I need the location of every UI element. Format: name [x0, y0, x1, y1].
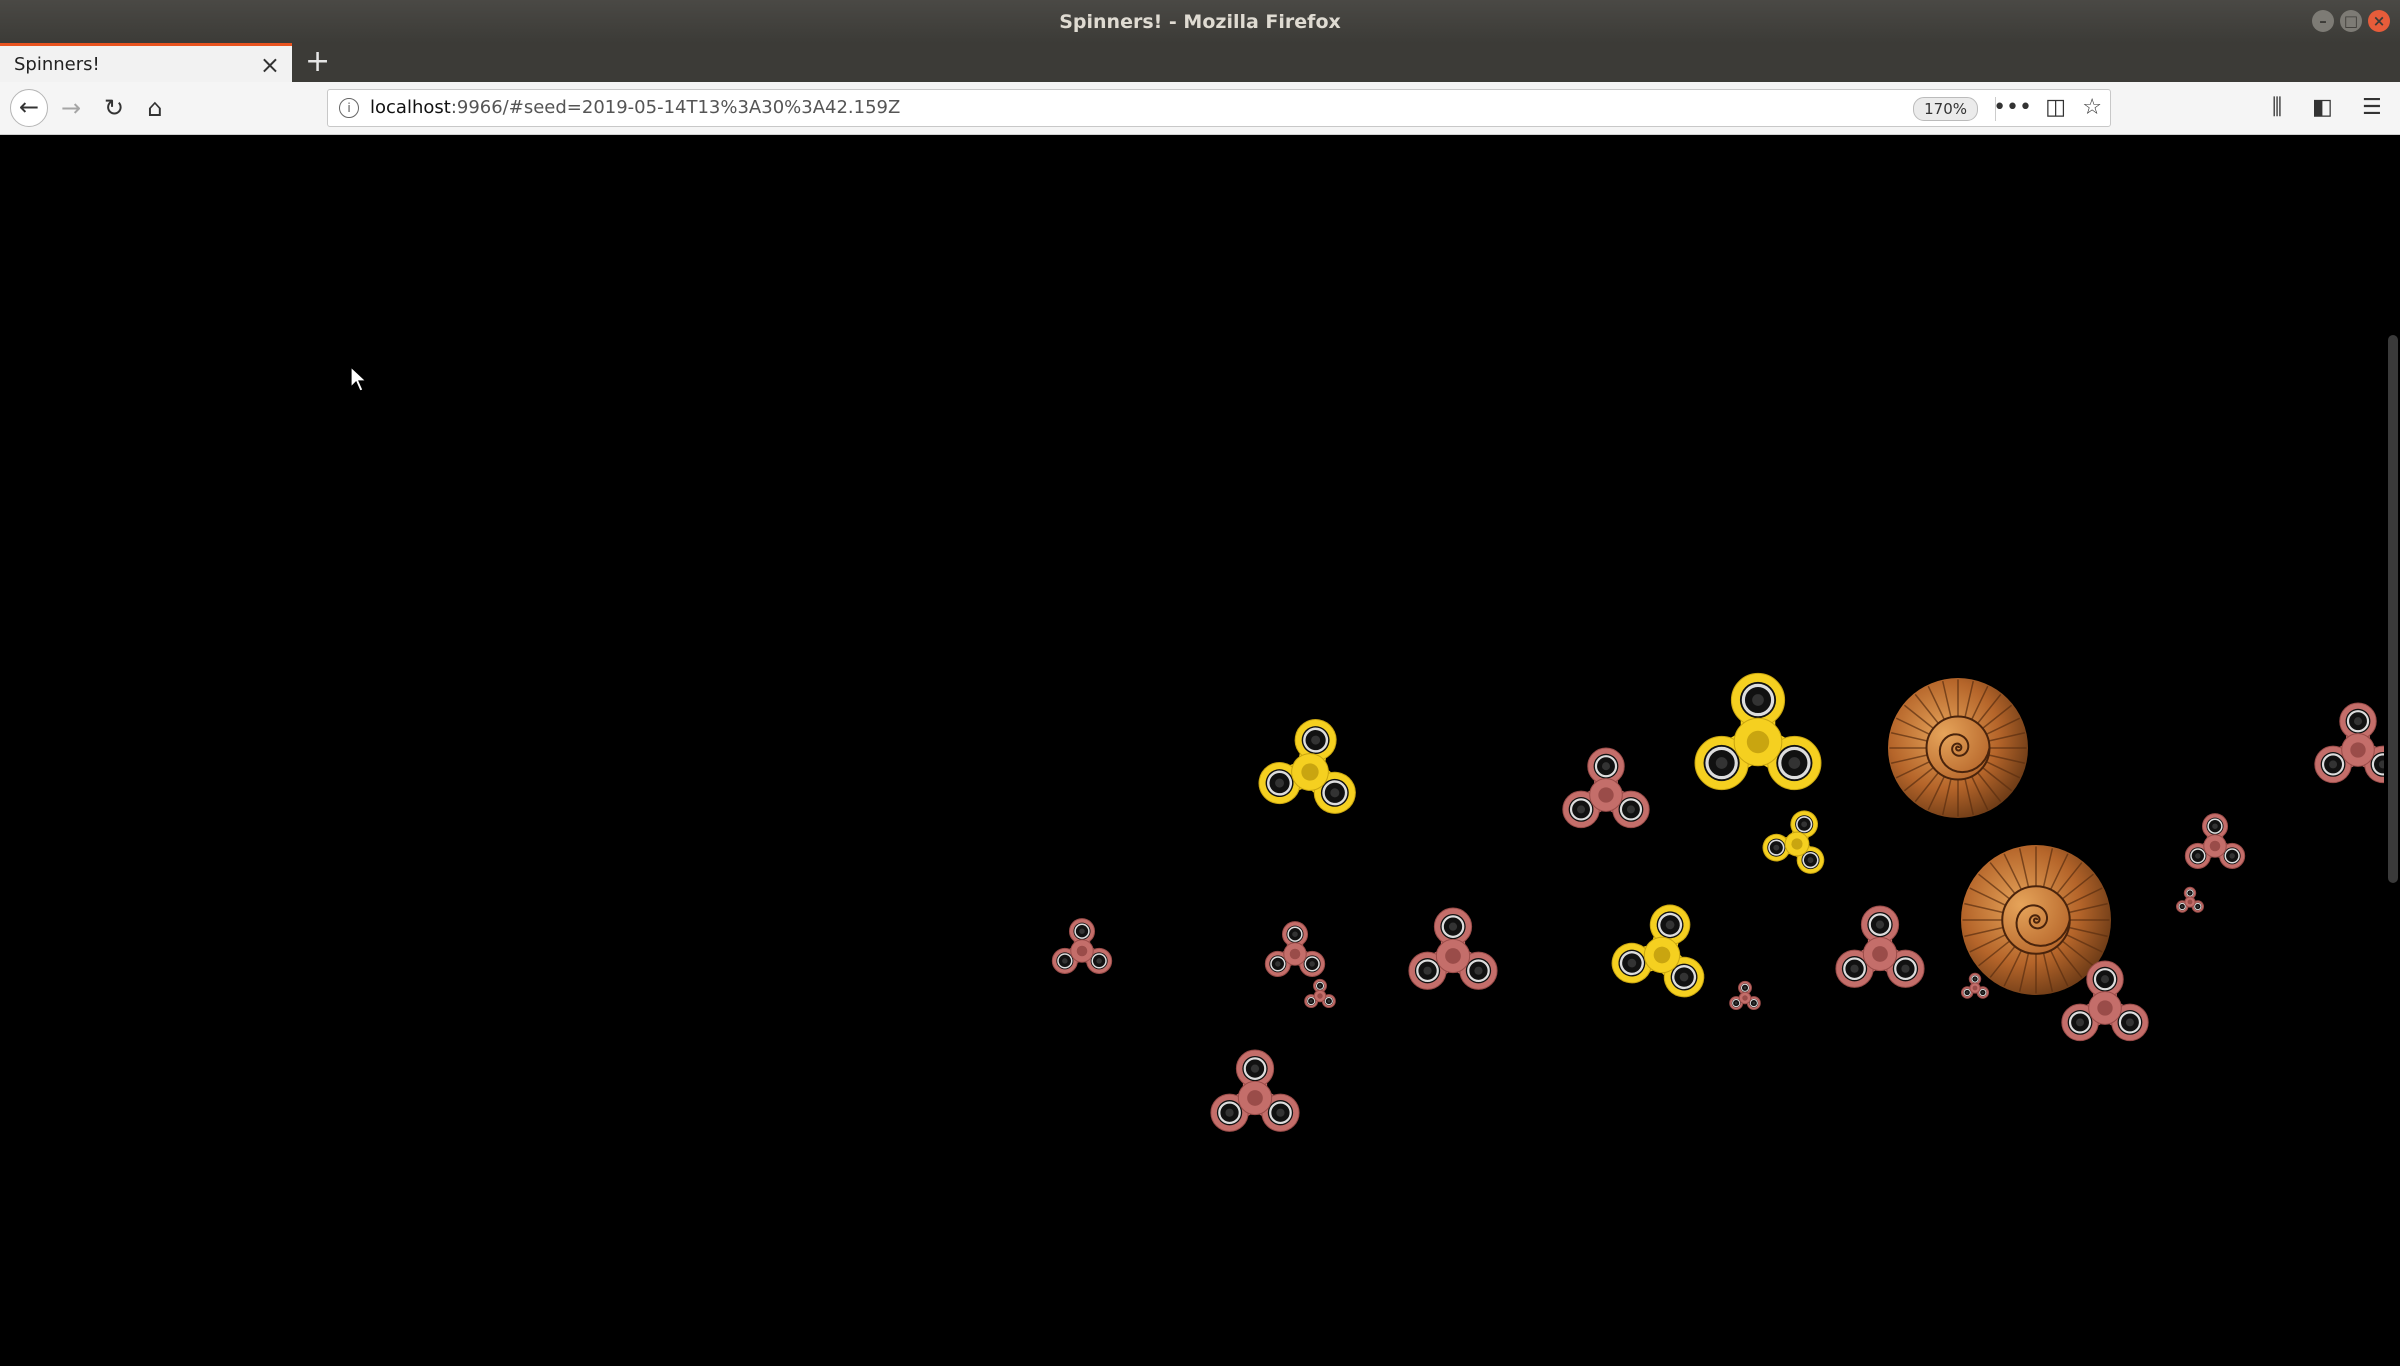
star-icon[interactable]: ☆ [2082, 93, 2102, 123]
tab-close-icon[interactable]: × [260, 51, 280, 79]
maximize-icon[interactable]: □ [2340, 10, 2362, 32]
close-icon[interactable]: × [2368, 10, 2390, 32]
yellow-spinner-icon[interactable] [1694, 672, 1822, 791]
scrollbar-thumb[interactable] [2388, 335, 2398, 883]
new-tab-icon[interactable]: + [305, 43, 330, 82]
sidebar-icon[interactable]: ◧ [2312, 90, 2333, 126]
reload-icon[interactable]: ↻ [96, 90, 132, 126]
tab-spinners[interactable]: Spinners! × [0, 43, 292, 82]
pink-spinner-icon[interactable] [1051, 918, 1113, 974]
home-icon[interactable]: ⌂ [137, 90, 173, 126]
pink-spinner-icon[interactable] [1562, 747, 1650, 829]
url-host: localhost [370, 97, 451, 118]
yellow-spinner-icon[interactable] [1256, 711, 1367, 816]
pink-spinner-icon[interactable] [2314, 702, 2384, 784]
window-title: Spinners! - Mozilla Firefox [1059, 10, 1341, 33]
back-arrow-icon[interactable]: ← [10, 89, 48, 127]
pink-spinner-icon[interactable] [1835, 905, 1925, 988]
url-text[interactable]: localhost:9966/#seed=2019-05-14T13%3A30%… [370, 90, 900, 126]
pink-spinner-icon[interactable] [1961, 972, 1989, 999]
url-bar[interactable]: i localhost:9966/#seed=2019-05-14T13%3A3… [327, 89, 2111, 127]
tab-label: Spinners! [14, 53, 100, 75]
library-icon[interactable]: ⫼ [2272, 90, 2282, 126]
pink-spinner-icon[interactable] [2176, 886, 2204, 913]
spinner-canvas[interactable] [0, 135, 2384, 1366]
pink-spinner-icon[interactable] [1264, 921, 1326, 977]
ammonite-shell-icon[interactable] [1888, 678, 2028, 818]
tab-bar: Spinners! × + [0, 43, 2400, 82]
pink-spinner-icon[interactable] [1304, 978, 1336, 1009]
pocket-icon[interactable]: ◫ [2045, 93, 2066, 123]
url-path: :9966/#seed=2019-05-14T13%3A30%3A42.159Z [450, 97, 901, 118]
info-icon[interactable]: i [339, 98, 359, 118]
mouse-cursor-icon [350, 366, 368, 392]
hamburger-menu-icon[interactable]: ☰ [2362, 90, 2382, 126]
pink-spinner-icon[interactable] [1210, 1049, 1300, 1132]
pink-spinner-icon[interactable] [1729, 980, 1761, 1011]
zoom-indicator[interactable]: 170% [1913, 97, 1978, 121]
yellow-spinner-icon[interactable] [1759, 801, 1838, 877]
page-content[interactable] [0, 135, 2400, 1366]
minimize-icon[interactable]: – [2312, 10, 2334, 32]
navigation-toolbar: ← → ↻ ⌂ i localhost:9966/#seed=2019-05-1… [0, 82, 2400, 135]
window-controls: – □ × [2312, 10, 2390, 32]
scrollbar[interactable] [2384, 135, 2400, 1366]
forward-arrow-icon[interactable]: → [53, 90, 89, 126]
more-dots-icon[interactable]: ••• [1993, 93, 2032, 123]
pink-spinner-icon[interactable] [1408, 907, 1498, 990]
yellow-spinner-icon[interactable] [1608, 894, 1721, 1002]
window-titlebar: Spinners! - Mozilla Firefox – □ × [0, 0, 2400, 43]
pink-spinner-icon[interactable] [2184, 813, 2246, 869]
